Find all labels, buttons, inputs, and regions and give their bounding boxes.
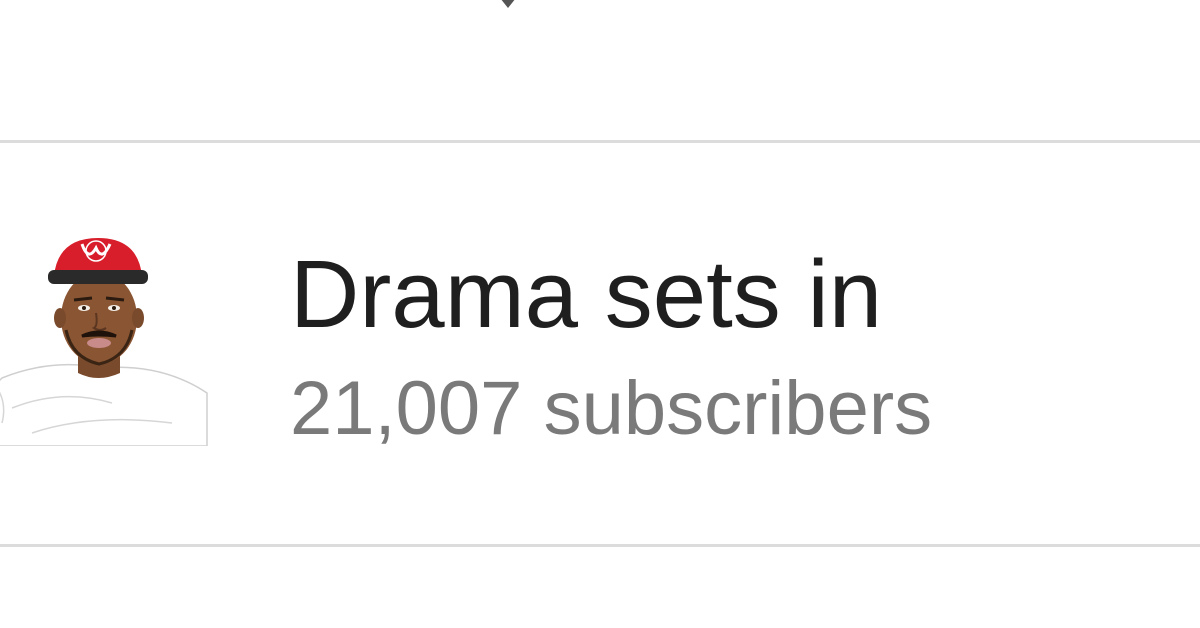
caret-down-icon — [501, 0, 515, 8]
channel-name[interactable]: Drama sets in — [290, 240, 882, 350]
channel-avatar[interactable] — [0, 218, 220, 446]
page: Drama sets in 21,007 subscribers — [0, 0, 1200, 628]
subscriber-count: 21,007 subscribers — [290, 366, 933, 451]
divider-bottom — [0, 544, 1200, 547]
